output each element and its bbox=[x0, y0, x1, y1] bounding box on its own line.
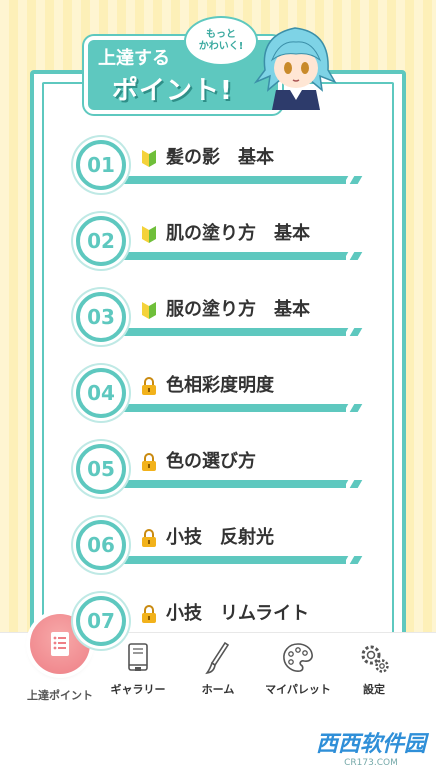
item-underline bbox=[100, 176, 346, 184]
beginner-leaf-icon bbox=[142, 226, 156, 243]
watermark: 西西软件园 CR173.COM bbox=[316, 726, 426, 768]
item-label: 色の選び方 bbox=[166, 451, 256, 472]
item-number: 01 bbox=[76, 140, 126, 190]
bubble-line2: かわいく! bbox=[198, 41, 244, 52]
lock-icon bbox=[142, 453, 156, 471]
item-label: 服の塗り方 基本 bbox=[166, 299, 310, 320]
item-number: 03 bbox=[76, 292, 126, 342]
underline-slash bbox=[349, 252, 363, 260]
list-item[interactable]: 05 色の選び方 bbox=[76, 444, 376, 504]
list-item[interactable]: 03 服の塗り方 基本 bbox=[76, 292, 376, 352]
tab-home[interactable]: ホーム bbox=[178, 633, 258, 703]
tab-label: 上達ポイント bbox=[27, 689, 93, 702]
item-underline bbox=[100, 404, 346, 412]
item-label: 肌の塗り方 基本 bbox=[166, 223, 310, 244]
item-label: 色相彩度明度 bbox=[166, 375, 274, 396]
list-item[interactable]: 04 色相彩度明度 bbox=[76, 368, 376, 428]
beginner-leaf-icon bbox=[142, 150, 156, 167]
item-label: 小技 リムライト bbox=[166, 603, 310, 624]
gear-icon bbox=[361, 645, 389, 673]
item-number: 07 bbox=[76, 596, 126, 646]
item-number: 05 bbox=[76, 444, 126, 494]
list-item[interactable]: 01 髪の影 基本 bbox=[76, 140, 376, 200]
list-item[interactable]: 02 肌の塗り方 基本 bbox=[76, 216, 376, 276]
watermark-text: 西西软件园 bbox=[315, 732, 426, 757]
palette-icon bbox=[283, 643, 313, 672]
item-underline bbox=[100, 556, 346, 564]
tab-my-palette[interactable]: マイパレット bbox=[258, 633, 338, 703]
tab-label: ギャラリー bbox=[110, 683, 166, 696]
underline-slash bbox=[349, 404, 363, 412]
mascot-character-icon bbox=[253, 27, 337, 110]
item-label: 髪の影 基本 bbox=[166, 147, 274, 168]
banner-title-line2: ポイント! bbox=[112, 76, 233, 106]
item-underline bbox=[100, 252, 346, 260]
tab-settings[interactable]: 設定 bbox=[334, 633, 414, 703]
lock-icon bbox=[142, 605, 156, 623]
tab-label: マイパレット bbox=[265, 683, 331, 696]
item-number: 04 bbox=[76, 368, 126, 418]
lock-icon bbox=[142, 377, 156, 395]
brush-icon bbox=[205, 641, 230, 675]
item-underline bbox=[100, 480, 346, 488]
tab-label: 設定 bbox=[363, 683, 385, 696]
watermark-sub: CR173.COM bbox=[344, 758, 398, 768]
item-label: 小技 反射光 bbox=[166, 527, 274, 548]
notes-icon bbox=[51, 632, 69, 656]
underline-slash bbox=[349, 328, 363, 336]
underline-slash bbox=[349, 556, 363, 564]
item-number: 02 bbox=[76, 216, 126, 266]
lock-icon bbox=[142, 529, 156, 547]
banner-title-line1: 上達する bbox=[98, 48, 170, 69]
underline-slash bbox=[349, 480, 363, 488]
item-number: 06 bbox=[76, 520, 126, 570]
bubble-line1: もっと bbox=[206, 29, 236, 40]
tab-label: ホーム bbox=[201, 683, 235, 696]
book-icon bbox=[128, 643, 148, 671]
beginner-leaf-icon bbox=[142, 302, 156, 319]
speech-bubble: もっと かわいく! bbox=[184, 16, 258, 66]
list-item[interactable]: 06 小技 反射光 bbox=[76, 520, 376, 580]
underline-slash bbox=[349, 176, 363, 184]
item-underline bbox=[100, 328, 346, 336]
